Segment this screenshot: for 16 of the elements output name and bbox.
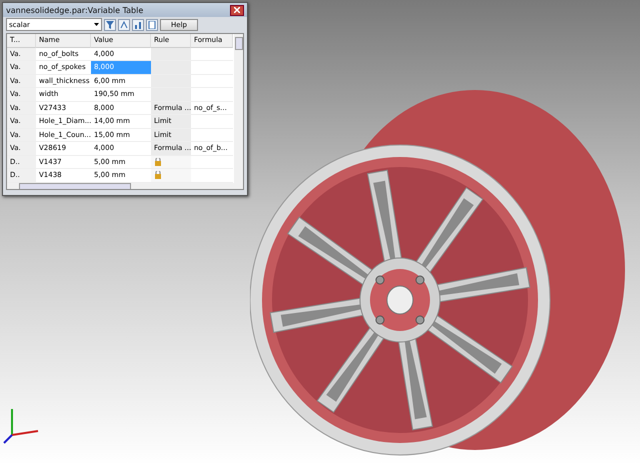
table-cell [191,48,233,61]
window-title: vannesolidedge.par:Variable Table [6,6,144,14]
vertical-scrollbar[interactable] [234,34,243,182]
toolbar-button[interactable] [132,18,144,30]
lock-icon [154,171,162,180]
toolbar-button[interactable] [118,18,130,30]
funnel-icon [106,20,114,28]
document-icon [148,20,156,28]
filter-button[interactable] [104,18,116,30]
toolbar-button[interactable] [146,18,158,30]
caret-icon [94,23,99,26]
chart-icon [134,20,142,28]
close-button[interactable] [230,4,244,16]
lock-icon [154,158,162,166]
close-icon [234,7,240,13]
formula-icon [120,20,128,28]
